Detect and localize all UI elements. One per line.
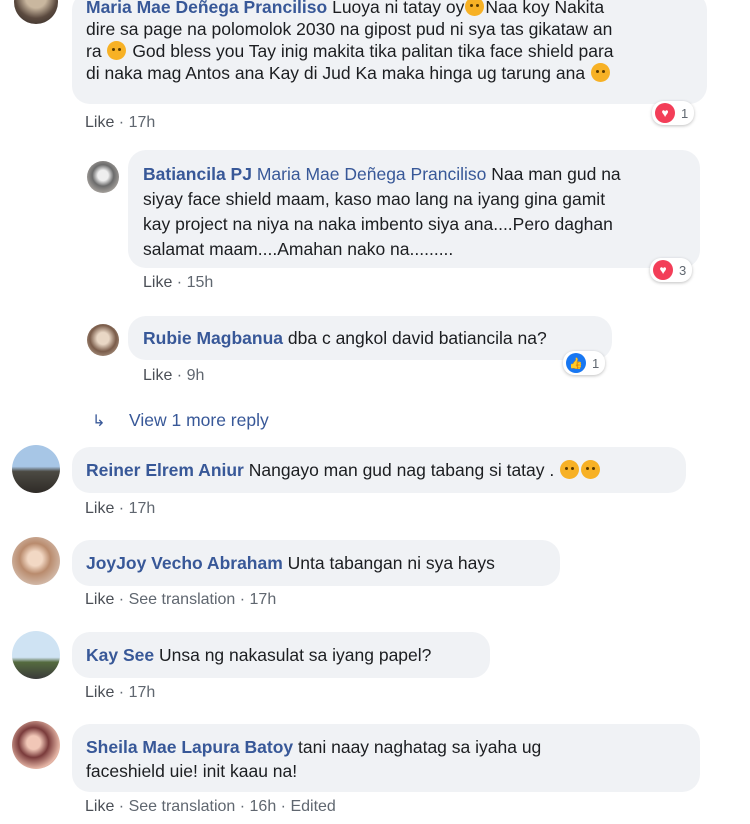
timestamp[interactable]: 17h — [129, 114, 156, 131]
separator: · — [235, 591, 250, 608]
comment-text: siyay face shield maam, kaso mao lang na… — [143, 189, 606, 209]
comment-author[interactable]: Reiner Elrem Aniur — [86, 460, 244, 480]
mention-link[interactable]: Maria Mae Deñega Pranciliso — [257, 164, 487, 184]
comment-bubble: Batiancila PJ Maria Mae Deñega Prancilis… — [128, 150, 700, 268]
reaction-count: 1 — [681, 105, 689, 121]
like-reaction-icon: 👍 — [566, 353, 586, 373]
comment-text: dire sa page na polomolok 2030 na gipost… — [86, 19, 613, 39]
comment-actions: Like · See translation · 16h · Edited — [85, 798, 336, 816]
avatar[interactable] — [12, 721, 60, 769]
reaction-summary[interactable]: ♥ 1 — [652, 101, 695, 125]
comment-text: Naa man gud na — [491, 164, 621, 184]
view-more-replies[interactable]: ↳ View 1 more reply — [92, 410, 269, 431]
comment-text: salamat maam....Amahan nako na......... — [143, 239, 454, 259]
reaction-summary[interactable]: ♥ 3 — [650, 258, 693, 282]
emoji-icon — [107, 41, 127, 60]
separator: · — [114, 500, 129, 517]
separator: · — [276, 798, 291, 815]
like-button[interactable]: Like — [143, 274, 172, 291]
comment-actions: Like · 9h — [143, 367, 204, 385]
reply-arrow-icon: ↳ — [92, 413, 106, 430]
comment-author[interactable]: Kay See — [86, 645, 154, 665]
like-button[interactable]: Like — [85, 684, 114, 701]
comment-text: God bless you Tay inig makita tika palit… — [132, 41, 614, 61]
comment-bubble: Sheila Mae Lapura Batoy tani naay naghat… — [72, 724, 700, 792]
comment-bubble: JoyJoy Vecho Abraham Unta tabangan ni sy… — [72, 540, 560, 586]
comment-actions: Like · 17h — [85, 500, 155, 518]
emoji-icon — [560, 460, 580, 479]
edited-label[interactable]: Edited — [290, 798, 335, 815]
comment-text: faceshield uie! init kaau na! — [86, 761, 298, 781]
heart-reaction-icon: ♥ — [653, 260, 673, 280]
comment-text: Unta tabangan ni sya hays — [287, 553, 495, 573]
comment-text: dba c angkol david batiancila na? — [287, 328, 547, 348]
comment-author[interactable]: Rubie Magbanua — [143, 328, 283, 348]
like-button[interactable]: Like — [85, 798, 114, 815]
timestamp[interactable]: 17h — [250, 591, 277, 608]
reaction-summary[interactable]: 👍 1 — [563, 351, 606, 375]
comment-bubble: Maria Mae Deñega Pranciliso Luoya ni tat… — [72, 0, 707, 104]
comment-text: ra — [86, 41, 102, 61]
comment-text: tani naay naghatag sa iyaha ug — [298, 737, 542, 757]
comment-text: kay project na niya na naka imbento siya… — [143, 214, 613, 234]
timestamp[interactable]: 9h — [187, 367, 205, 384]
avatar[interactable] — [12, 537, 60, 585]
comment-text: Luoya ni tatay oy — [332, 0, 465, 17]
reaction-count: 1 — [592, 355, 600, 371]
see-translation-link[interactable]: See translation — [129, 798, 236, 815]
like-button[interactable]: Like — [85, 114, 114, 131]
separator: · — [114, 798, 129, 815]
comment-bubble: Reiner Elrem Aniur Nangayo man gud nag t… — [72, 447, 686, 493]
comment-actions: Like · 17h — [85, 684, 155, 702]
separator: · — [172, 367, 187, 384]
separator: · — [172, 274, 187, 291]
emoji-icon — [465, 0, 485, 16]
like-button[interactable]: Like — [85, 500, 114, 517]
view-more-label: View 1 more reply — [129, 410, 269, 430]
comment-actions: Like · 15h — [143, 274, 213, 292]
timestamp[interactable]: 16h — [250, 798, 277, 815]
avatar[interactable] — [87, 161, 119, 193]
like-button[interactable]: Like — [143, 367, 172, 384]
comment-text: Nangayo man gud nag tabang si tatay . — [248, 460, 555, 480]
avatar[interactable] — [12, 445, 60, 493]
timestamp[interactable]: 17h — [129, 500, 156, 517]
like-button[interactable]: Like — [85, 591, 114, 608]
separator: · — [114, 114, 129, 131]
avatar[interactable] — [14, 0, 58, 24]
comment-actions: Like · 17h — [85, 114, 155, 132]
emoji-icon — [590, 63, 610, 82]
separator: · — [114, 684, 129, 701]
comment-text: Unsa ng nakasulat sa iyang papel? — [158, 645, 432, 665]
comment-bubble: Rubie Magbanua dba c angkol david batian… — [128, 316, 612, 360]
comment-actions: Like · See translation · 17h — [85, 591, 276, 609]
comment-author[interactable]: Maria Mae Deñega Pranciliso — [86, 0, 327, 17]
timestamp[interactable]: 17h — [129, 684, 156, 701]
separator: · — [235, 798, 250, 815]
comment-author[interactable]: Sheila Mae Lapura Batoy — [86, 737, 293, 757]
comment-text: Naa koy Nakita — [485, 0, 605, 17]
comment-text: di naka mag Antos ana Kay di Jud Ka maka… — [86, 63, 586, 83]
avatar[interactable] — [87, 324, 119, 356]
comment-author[interactable]: JoyJoy Vecho Abraham — [86, 553, 283, 573]
separator: · — [114, 591, 129, 608]
reaction-count: 3 — [679, 262, 687, 278]
emoji-icon — [581, 460, 601, 479]
avatar[interactable] — [12, 631, 60, 679]
see-translation-link[interactable]: See translation — [129, 591, 236, 608]
comment-author[interactable]: Batiancila PJ — [143, 164, 252, 184]
timestamp[interactable]: 15h — [187, 274, 214, 291]
heart-reaction-icon: ♥ — [655, 103, 675, 123]
comment-bubble: Kay See Unsa ng nakasulat sa iyang papel… — [72, 632, 490, 678]
